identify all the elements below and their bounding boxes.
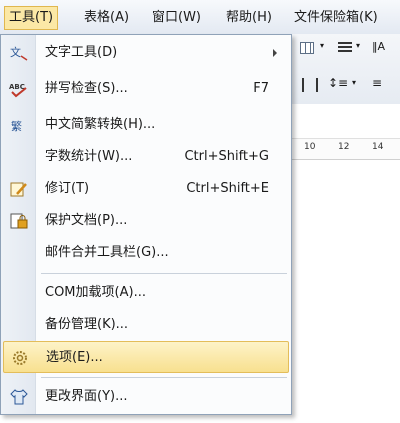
- menu-item-com-addins[interactable]: COM加载项(A)...: [3, 277, 289, 309]
- ruler-tick-14: 14: [372, 142, 384, 152]
- columns-icon[interactable]: [338, 42, 352, 54]
- tools-dropdown-menu: 文 文字工具(D) ABC 拼写检查(S)... F7 繁 中文简繁转换(H).…: [0, 34, 292, 415]
- menu-item-backup-management[interactable]: 备份管理(K)...: [3, 309, 289, 341]
- ruler-tick-10: 10: [304, 142, 316, 152]
- menu-item-label: 保护文档(P)...: [45, 213, 128, 228]
- table-icon[interactable]: [300, 42, 314, 54]
- menu-item-shortcut: Ctrl+Shift+E: [186, 181, 269, 196]
- menu-help[interactable]: 帮助(H): [222, 6, 276, 30]
- menu-table[interactable]: 表格(A): [80, 6, 133, 30]
- menu-item-spellcheck[interactable]: ABC 拼写检查(S)... F7: [3, 73, 289, 105]
- menu-item-chinese-convert[interactable]: 繁 中文简繁转换(H)...: [3, 109, 289, 141]
- menu-item-change-interface[interactable]: 更改界面(Y)...: [3, 381, 289, 413]
- menu-bar: 工具(T) 表格(A) 窗口(W) 帮助(H) 文件保险箱(K): [0, 0, 400, 35]
- menu-item-word-count[interactable]: 字数统计(W)... Ctrl+Shift+G: [3, 141, 289, 173]
- vertical-text-icon[interactable]: ‖A: [372, 40, 385, 53]
- menu-item-label: 选项(E)...: [46, 350, 103, 365]
- dropdown-arrow-icon[interactable]: ▾: [352, 78, 356, 87]
- menu-item-label: 邮件合并工具栏(G)...: [45, 245, 169, 260]
- line-spacing-icon[interactable]: [302, 78, 318, 92]
- menu-item-label: COM加载项(A)...: [45, 285, 146, 300]
- menu-item-shortcut: Ctrl+Shift+G: [184, 149, 269, 164]
- menu-item-text-tool[interactable]: 文 文字工具(D): [3, 37, 289, 69]
- menu-separator: [41, 273, 287, 274]
- menu-item-label: 备份管理(K)...: [45, 317, 129, 332]
- dropdown-arrow-icon[interactable]: ▾: [320, 41, 324, 50]
- menu-item-protect-document[interactable]: 保护文档(P)...: [3, 205, 289, 237]
- menu-item-shortcut: F7: [253, 81, 269, 96]
- submenu-arrow-icon: [273, 49, 277, 57]
- chinese-convert-icon: 繁: [9, 116, 29, 134]
- ruler-tick-12: 12: [338, 142, 350, 152]
- background-toolbar: ▾ ▾ ‖A ↕≡ ▾ ≡: [292, 34, 400, 104]
- menu-item-mail-merge-toolbar[interactable]: 邮件合并工具栏(G)...: [3, 237, 289, 269]
- menu-item-label: 拼写检查(S)...: [45, 81, 128, 96]
- menu-item-label: 更改界面(Y)...: [45, 389, 128, 404]
- menu-item-label: 修订(T): [45, 181, 90, 196]
- dropdown-arrow-icon[interactable]: ▾: [356, 41, 360, 50]
- menu-tools[interactable]: 工具(T): [4, 6, 59, 30]
- spellcheck-icon: ABC: [9, 80, 29, 98]
- shirt-icon: [9, 388, 29, 406]
- gear-icon: [10, 349, 30, 367]
- text-tool-icon: 文: [9, 44, 29, 62]
- menu-item-track-changes[interactable]: 修订(T) Ctrl+Shift+E: [3, 173, 289, 205]
- align-icon[interactable]: ≡: [372, 76, 382, 90]
- menu-item-label: 中文简繁转换(H)...: [45, 117, 156, 132]
- protect-document-icon: [9, 212, 29, 230]
- paragraph-spacing-icon[interactable]: ↕≡: [328, 76, 348, 90]
- ruler: 10 12 14: [292, 138, 400, 160]
- menu-item-options[interactable]: 选项(E)...: [3, 341, 289, 373]
- menu-separator: [41, 377, 287, 378]
- track-changes-icon: [9, 180, 29, 198]
- svg-text:繁: 繁: [11, 119, 22, 133]
- menu-item-label: 字数统计(W)...: [45, 149, 133, 164]
- svg-text:文: 文: [10, 45, 21, 59]
- menu-file-safe[interactable]: 文件保险箱(K): [290, 6, 382, 30]
- menu-item-label: 文字工具(D): [45, 45, 118, 60]
- menu-window[interactable]: 窗口(W): [148, 6, 205, 30]
